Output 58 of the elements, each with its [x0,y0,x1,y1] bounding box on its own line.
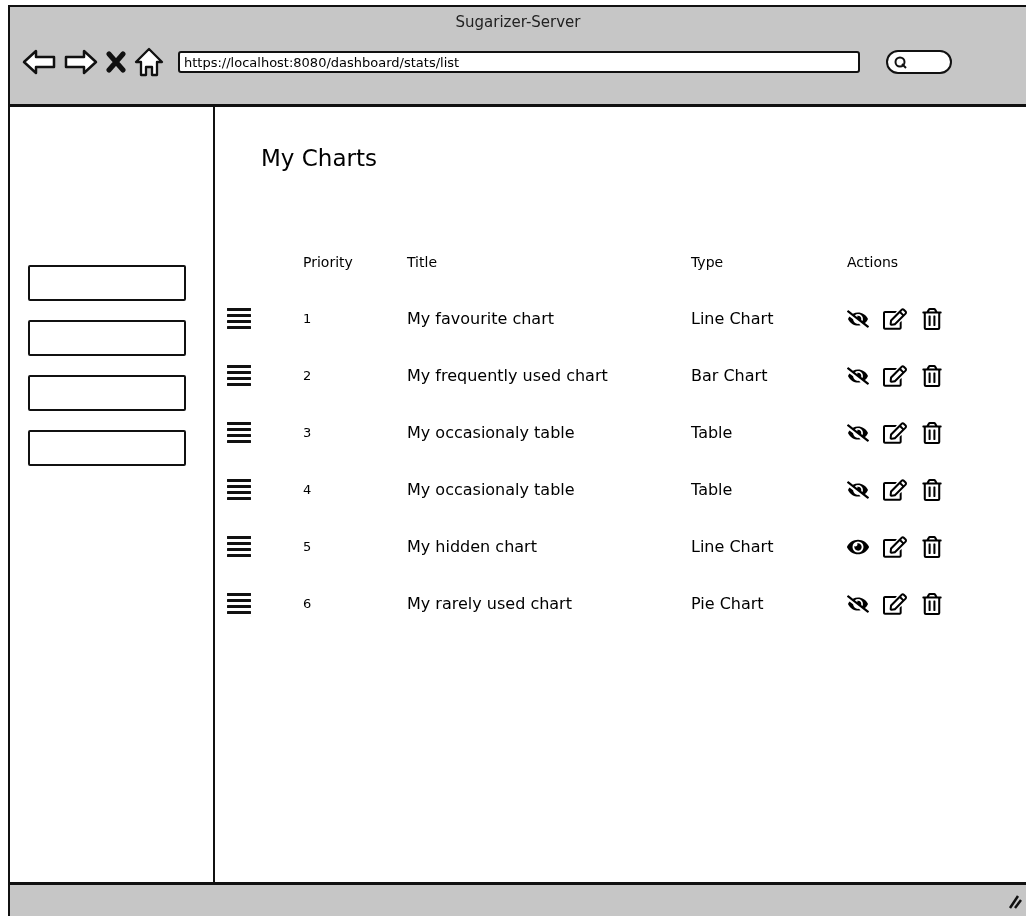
column-header: Title [407,253,438,270]
trash-icon[interactable] [921,478,943,501]
table-cell-text: 1 [303,311,313,326]
edit-icon[interactable] [883,534,907,559]
eye-slash-icon[interactable] [847,307,869,330]
home-icon[interactable] [134,47,164,77]
sidebar-button[interactable] [28,375,186,411]
trash-icon[interactable] [921,535,943,558]
search-field[interactable] [886,50,952,74]
eye-slash-icon[interactable] [847,421,869,444]
table-cell-text: 3 [303,425,313,440]
table-cell-text: My rarely used chart [407,594,573,613]
trash-icon[interactable] [921,592,943,615]
table-cell-text: 2 [303,368,313,383]
table-cell-text: My frequently used chart [407,366,609,385]
edit-icon[interactable] [883,477,907,502]
table-cell-text: Table [691,423,734,442]
edit-icon[interactable] [883,306,907,331]
eye-slash-icon[interactable] [847,364,869,387]
table-cell-text: Pie Chart [691,594,765,613]
table-cell-text: 4 [303,482,313,497]
drag-handle-icon[interactable] [227,592,251,615]
drag-handle-icon[interactable] [227,421,251,444]
eye-slash-icon[interactable] [847,592,869,615]
drag-handle-icon[interactable] [227,307,251,330]
column-header: Actions [847,253,900,270]
column-header: Priority [303,253,354,270]
edit-icon[interactable] [883,363,907,388]
table-cell-text: My favourite chart [407,309,555,328]
forward-arrow-icon[interactable] [64,48,98,76]
close-icon[interactable] [106,51,126,73]
table-cell-text: 5 [303,539,313,554]
drag-handle-icon[interactable] [227,364,251,387]
trash-icon[interactable] [921,421,943,444]
eye-slash-icon[interactable] [847,478,869,501]
table-cell-text: My occasionaly table [407,480,576,499]
table-cell-text: Line Chart [691,309,775,328]
table-cell-text: My hidden chart [407,537,538,556]
sidebar-button[interactable] [28,320,186,356]
search-icon [894,55,907,69]
drag-handle-icon[interactable] [227,478,251,501]
table-cell-text: My occasionaly table [407,423,576,442]
table-cell-text: Line Chart [691,537,775,556]
table-cell-text: Bar Chart [691,366,769,385]
trash-icon[interactable] [921,364,943,387]
sidebar-button[interactable] [28,430,186,466]
edit-icon[interactable] [883,591,907,616]
table-cell-text: Table [691,480,734,499]
window-title: Sugarizer-Server [455,13,581,31]
edit-icon[interactable] [883,420,907,445]
address-field[interactable]: https://localhost:8080/dashboard/stats/list [178,51,860,73]
drag-handle-icon[interactable] [227,535,251,558]
trash-icon[interactable] [921,307,943,330]
table-cell-text: 6 [303,596,313,611]
page-title: My Charts [261,145,378,171]
column-header: Type [691,253,725,270]
back-arrow-icon[interactable] [22,48,56,76]
sidebar-button[interactable] [28,265,186,301]
